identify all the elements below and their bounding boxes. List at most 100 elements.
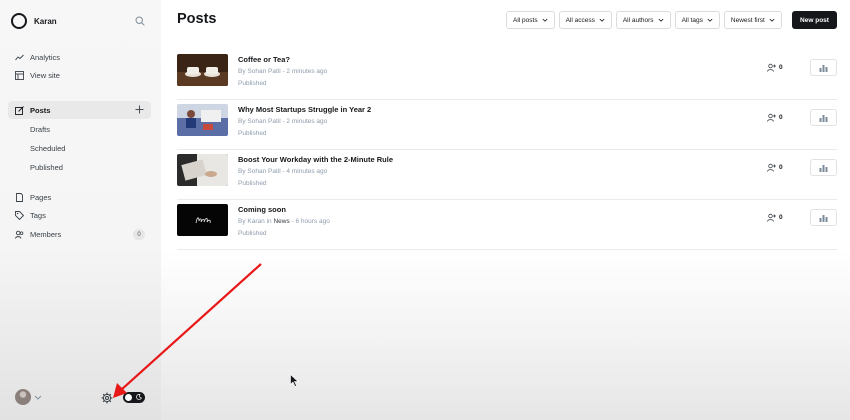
filter-label: All tags (681, 16, 703, 24)
avatar (15, 389, 31, 405)
user-plus-icon (767, 113, 776, 122)
sidebar-item-label: Scheduled (30, 143, 66, 153)
member-count: 0 (779, 64, 783, 71)
sidebar-item-label: Analytics (30, 52, 61, 62)
plus-icon[interactable] (135, 105, 144, 114)
filter-label: All posts (513, 16, 538, 24)
bar-chart-icon (819, 214, 828, 222)
post-row[interactable]: Coffee or Tea? By Sohan Patil - 2 minute… (177, 50, 837, 100)
post-title[interactable]: Boost Your Workday with the 2-Minute Rul… (238, 155, 393, 164)
site-name: Karan (34, 16, 57, 26)
post-author: Karan (247, 218, 265, 225)
post-by: By (238, 118, 246, 125)
sidebar-item-label: Drafts (30, 124, 51, 134)
post-author: Sohan Patil (247, 118, 281, 125)
toggle-knob (125, 394, 132, 401)
site-brand[interactable]: Karan (11, 13, 57, 29)
filter-label: All access (565, 16, 595, 24)
sidebar: Karan Analytics View site Posts Drafts S… (0, 0, 161, 420)
sidebar-item-members[interactable]: Members 0 (8, 225, 151, 243)
post-analytics-button[interactable] (810, 109, 837, 126)
member-count: 0 (779, 214, 783, 221)
filter-all-authors[interactable]: All authors (615, 11, 671, 29)
user-plus-icon (767, 163, 776, 172)
filter-label: Newest first (730, 16, 765, 24)
post-status: Published (238, 180, 267, 187)
post-row[interactable]: Boost Your Workday with the 2-Minute Rul… (177, 150, 837, 200)
member-signups: 0 (767, 113, 783, 122)
layout-icon (15, 70, 24, 80)
chevron-down-icon (542, 18, 548, 22)
sidebar-item-view-site[interactable]: View site (8, 66, 151, 84)
sidebar-item-label: Posts (30, 105, 51, 115)
chevron-down-icon (34, 395, 42, 400)
member-signups: 0 (767, 63, 783, 72)
post-analytics-button[interactable] (810, 59, 837, 76)
member-signups: 0 (767, 213, 783, 222)
post-thumbnail (177, 154, 228, 186)
post-status: Published (238, 130, 267, 137)
post-by: By (238, 168, 246, 175)
sidebar-item-scheduled[interactable]: Scheduled (8, 139, 151, 157)
filter-all-tags[interactable]: All tags (674, 11, 720, 29)
sidebar-item-label: Tags (30, 210, 46, 220)
user-plus-icon (767, 63, 776, 72)
member-signups: 0 (767, 163, 783, 172)
page-icon (16, 192, 23, 202)
site-logo-icon (11, 13, 27, 29)
sidebar-item-analytics[interactable]: Analytics (8, 48, 151, 66)
sidebar-item-published[interactable]: Published (8, 158, 151, 176)
edit-icon (15, 105, 24, 115)
filter-bar: All posts All access All authors All tag… (506, 11, 786, 29)
post-meta: By Karan in News - 6 hours ago (238, 218, 330, 225)
post-time: - 4 minutes ago (280, 168, 328, 175)
sidebar-item-label: Pages (30, 192, 52, 202)
post-thumbnail (177, 204, 228, 236)
filter-all-access[interactable]: All access (558, 11, 612, 29)
gear-icon[interactable] (101, 392, 113, 404)
post-meta: By Sohan Patil - 2 minutes ago (238, 118, 327, 125)
bar-chart-icon (819, 164, 828, 172)
tag-icon (15, 210, 24, 220)
post-time: - 2 minutes ago (280, 118, 328, 125)
post-title[interactable]: Coffee or Tea? (238, 55, 290, 64)
new-post-button[interactable]: New post (792, 11, 837, 29)
bar-chart-icon (819, 114, 828, 122)
sidebar-item-label: Published (30, 162, 63, 172)
sidebar-item-drafts[interactable]: Drafts (8, 120, 151, 138)
post-author: Sohan Patil (247, 168, 281, 175)
member-count: 0 (779, 114, 783, 121)
post-thumbnail (177, 104, 228, 136)
post-title[interactable]: Why Most Startups Struggle in Year 2 (238, 105, 371, 114)
search-icon[interactable] (135, 16, 145, 26)
sidebar-item-posts[interactable]: Posts (8, 101, 151, 119)
post-analytics-button[interactable] (810, 159, 837, 176)
post-title[interactable]: Coming soon (238, 205, 286, 214)
filter-label: All authors (622, 16, 654, 24)
post-analytics-button[interactable] (810, 209, 837, 226)
post-status: Published (238, 230, 267, 237)
sort-order-select[interactable]: Newest first (723, 11, 782, 29)
post-time: - 2 minutes ago (280, 68, 328, 75)
post-author: Sohan Patil (247, 68, 281, 75)
filter-all-posts[interactable]: All posts (506, 11, 555, 29)
chevron-down-icon (769, 18, 775, 22)
dark-mode-toggle[interactable] (123, 392, 145, 403)
sidebar-item-pages[interactable]: Pages (8, 188, 151, 206)
user-plus-icon (767, 213, 776, 222)
post-row[interactable]: Coming soon By Karan in News - 6 hours a… (177, 200, 837, 250)
members-icon (15, 230, 24, 239)
sidebar-item-tags[interactable]: Tags (8, 206, 151, 224)
chevron-down-icon (707, 18, 713, 22)
sidebar-item-label: View site (30, 70, 60, 80)
moon-icon (136, 394, 142, 400)
chevron-down-icon (599, 18, 605, 22)
page-title: Posts (177, 11, 217, 27)
bar-chart-icon (819, 64, 828, 72)
post-by: By (238, 68, 246, 75)
mouse-cursor-icon (290, 374, 299, 387)
post-meta: By Sohan Patil - 4 minutes ago (238, 168, 327, 175)
user-menu[interactable] (15, 389, 42, 405)
post-row[interactable]: Why Most Startups Struggle in Year 2 By … (177, 100, 837, 150)
post-status: Published (238, 80, 267, 87)
